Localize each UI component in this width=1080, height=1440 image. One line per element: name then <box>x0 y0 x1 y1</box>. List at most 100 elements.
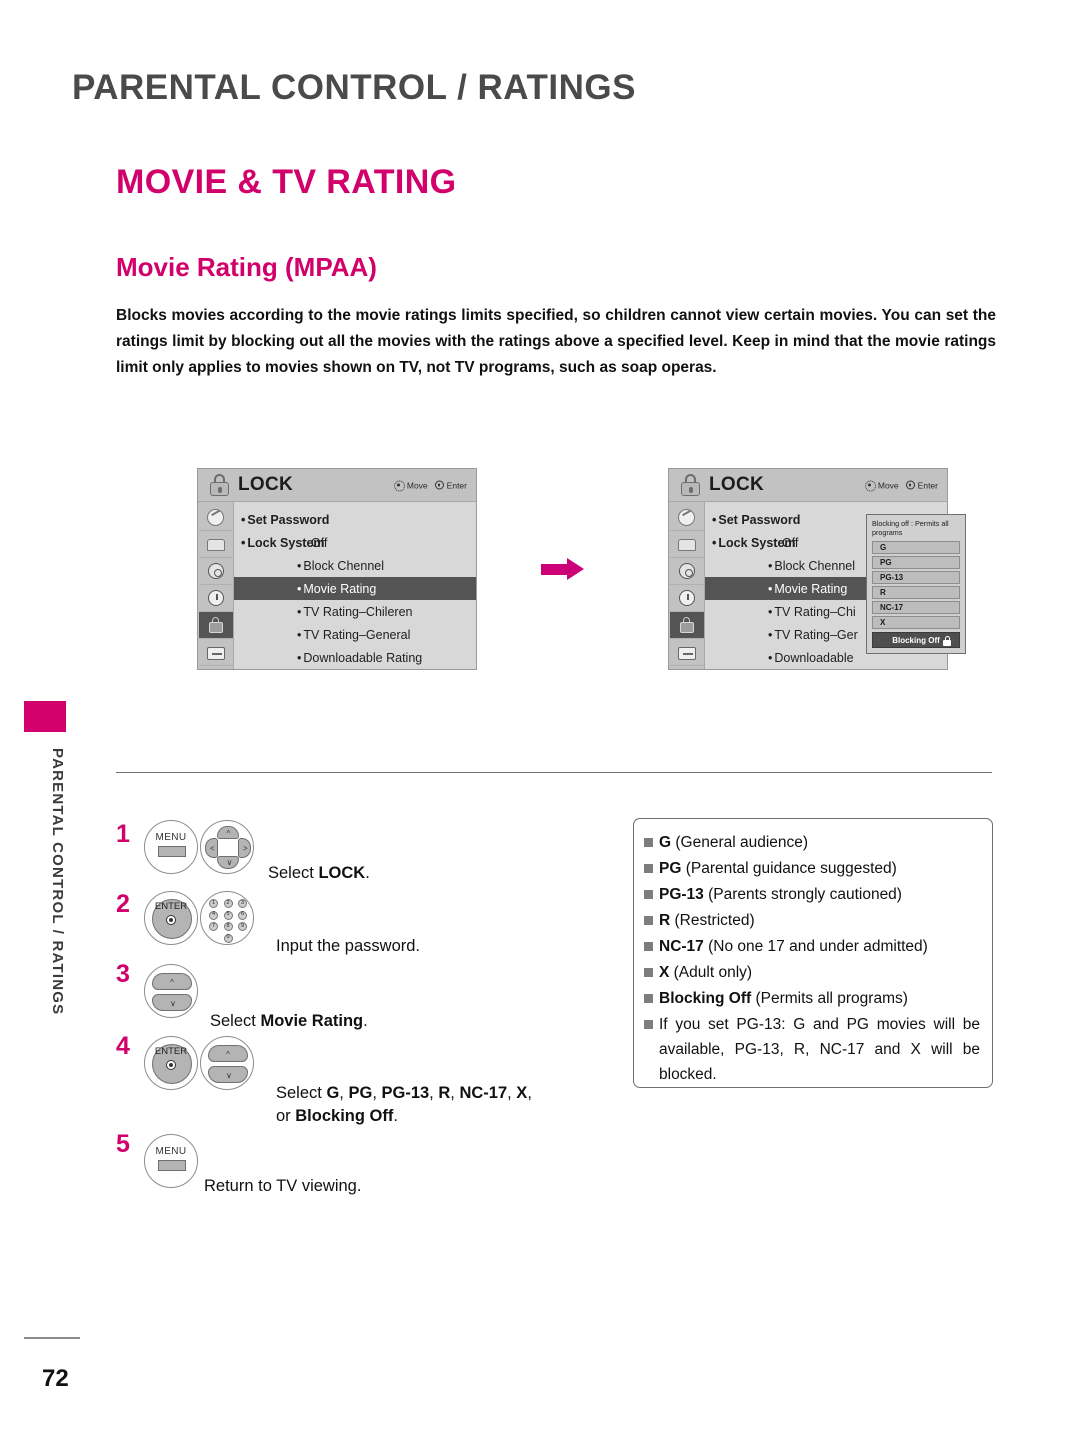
lock-icon <box>679 617 694 633</box>
side-tab-marker <box>24 701 66 732</box>
osd-menu-item-label: Downloadable Rating <box>303 650 423 665</box>
step-5-text: Return to TV viewing. <box>204 1177 362 1195</box>
rail-item-lock[interactable] <box>669 612 704 639</box>
osd-menu-item[interactable]: • TV Rating–Chileren <box>234 600 476 623</box>
osd-menu-item[interactable]: • Set Password <box>234 508 476 531</box>
number-pad-button[interactable]: 123 456 7890 <box>200 891 254 945</box>
dropdown-option[interactable]: R <box>872 586 960 599</box>
osd-menu-item-label: Movie Rating <box>303 581 377 596</box>
dropdown-option[interactable]: G <box>872 541 960 554</box>
legend-line: If you set PG-13: G and PG movies will b… <box>644 1012 980 1087</box>
osd-title: LOCK <box>238 474 294 495</box>
numpad-key[interactable]: 4 <box>209 910 218 920</box>
rail-item-picture[interactable] <box>669 504 704 531</box>
rail-item-setup[interactable] <box>669 558 704 585</box>
numpad-key[interactable]: 8 <box>223 922 233 931</box>
input-icon <box>206 646 225 660</box>
osd-navigation-hint: Move Enter <box>393 480 467 492</box>
picture-icon <box>207 508 224 526</box>
menu-button[interactable]: MENU <box>144 1134 198 1188</box>
osd-navigation-hint: Move Enter <box>864 480 938 492</box>
osd-menu-item[interactable]: • Block Chennel <box>234 554 476 577</box>
square-bullet-icon <box>644 942 653 951</box>
rail-item-screen[interactable] <box>198 531 233 558</box>
unlock-icon <box>943 636 951 646</box>
bullet-icon: • <box>297 650 302 665</box>
enter-dot-icon <box>434 480 444 490</box>
nav-up-icon[interactable]: ^ <box>208 1045 248 1062</box>
nav-down-icon[interactable]: ∨ <box>152 994 192 1011</box>
page-title: PARENTAL CONTROL / RATINGS <box>72 68 636 107</box>
osd-icon-rail <box>669 502 705 669</box>
enter-button-label: ENTER <box>154 1046 188 1057</box>
osd-menu-item[interactable]: • Movie Rating <box>234 577 476 600</box>
step-2-text: Input the password. <box>276 937 421 955</box>
intro-paragraph: Blocks movies according to the movie rat… <box>116 307 996 376</box>
dropdown-selected-option[interactable]: Blocking Off <box>872 632 960 648</box>
osd-menu-item-label: TV Rating–Ger <box>774 627 858 642</box>
rail-item-input[interactable] <box>198 639 233 666</box>
osd-menu-item[interactable]: • TV Rating–General <box>234 623 476 646</box>
numpad-key[interactable]: 9 <box>238 922 247 931</box>
nav-right-icon[interactable]: > <box>238 838 251 858</box>
osd-menu-item-label: Movie Rating <box>774 581 848 596</box>
step-4-text: Select G, PG, PG-13, R, NC-17, X, or Bloc… <box>276 1084 532 1125</box>
legend-line-text: Blocking Off (Permits all programs) <box>659 990 908 1007</box>
up-down-navigation-button[interactable]: ^ ∨ <box>144 964 198 1018</box>
rail-item-setup[interactable] <box>198 558 233 585</box>
section-divider <box>116 772 992 773</box>
nav-down-icon[interactable]: ∨ <box>208 1066 248 1083</box>
hint-enter-label: Enter <box>917 480 938 490</box>
up-down-navigation-button[interactable]: ^ ∨ <box>200 1036 254 1090</box>
rail-item-input[interactable] <box>669 639 704 666</box>
nav-up-icon[interactable]: ^ <box>217 826 239 839</box>
numpad-key[interactable]: 5 <box>223 910 233 920</box>
step-number: 4 <box>116 1032 130 1060</box>
enter-button[interactable]: ENTER <box>144 1036 198 1090</box>
nav-up-icon[interactable]: ^ <box>152 973 192 990</box>
legend-line: PG-13 (Parents strongly cautioned) <box>644 882 980 907</box>
step-1-text: Select LOCK. <box>268 864 370 882</box>
nav-down-icon[interactable]: ∨ <box>217 856 239 869</box>
dpad-icon <box>393 480 405 492</box>
rail-item-time[interactable] <box>198 585 233 612</box>
hint-move-label: Move <box>877 480 899 490</box>
numpad-key[interactable]: 1 <box>209 899 218 908</box>
legend-line-text: PG (Parental guidance suggested) <box>659 860 897 877</box>
numpad-key[interactable]: 0 <box>223 933 233 943</box>
osd-menu-item[interactable]: • Downloadable Rating <box>234 646 476 669</box>
rail-item-picture[interactable] <box>198 504 233 531</box>
rail-item-lock[interactable] <box>198 612 233 639</box>
bullet-icon: • <box>768 558 773 573</box>
number-pad-keys[interactable]: 123 456 7890 <box>209 899 247 945</box>
enter-button[interactable]: ENTER <box>144 891 198 945</box>
dropdown-option[interactable]: PG <box>872 556 960 569</box>
osd-title-bar: LOCK Move Enter <box>198 469 476 502</box>
menu-button-label: MENU <box>155 1146 187 1157</box>
rail-item-time[interactable] <box>669 585 704 612</box>
bullet-icon: • <box>768 650 773 665</box>
numpad-key[interactable]: 2 <box>223 899 233 908</box>
osd-menu-item[interactable]: • Lock System: Off <box>234 531 476 554</box>
section-title: MOVIE & TV RATING <box>116 163 457 201</box>
menu-button[interactable]: MENU <box>144 820 198 874</box>
osd-title: LOCK <box>709 474 765 495</box>
step-number: 1 <box>116 820 130 848</box>
legend-line: G (General audience) <box>644 830 980 855</box>
dropdown-option[interactable]: PG-13 <box>872 571 960 584</box>
bullet-icon: • <box>712 512 717 527</box>
rail-item-screen[interactable] <box>669 531 704 558</box>
square-bullet-icon <box>644 1020 653 1029</box>
numpad-key[interactable]: 6 <box>238 910 247 920</box>
enter-dot-icon <box>166 1060 176 1070</box>
four-way-navigation-button[interactable]: ^ ∨ < > <box>200 820 254 874</box>
nav-left-icon[interactable]: < <box>205 838 218 858</box>
numpad-key[interactable]: 7 <box>209 922 218 931</box>
dropdown-option[interactable]: NC-17 <box>872 601 960 614</box>
ratings-legend-box: G (General audience) PG (Parental guidanc… <box>633 818 993 1088</box>
numpad-key[interactable]: 3 <box>238 899 247 908</box>
legend-line: R (Restricted) <box>644 908 980 933</box>
bullet-icon: • <box>768 581 773 596</box>
dropdown-option[interactable]: X <box>872 616 960 629</box>
flow-arrow-icon <box>541 558 585 580</box>
